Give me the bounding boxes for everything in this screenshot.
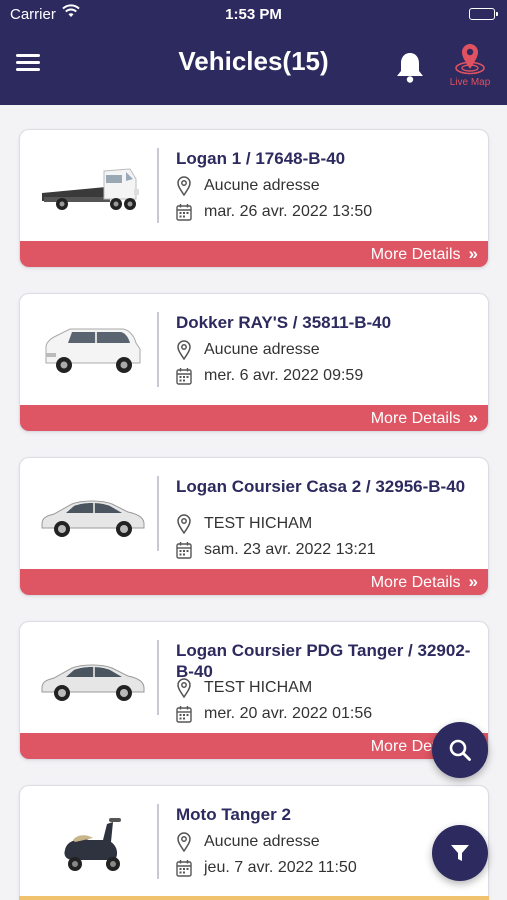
- address-row: Aucune adresse: [176, 340, 320, 360]
- vehicle-image-van: [32, 312, 154, 390]
- next-card-edge: [19, 896, 489, 900]
- calendar-icon: [176, 204, 192, 221]
- vehicle-datetime: mer. 20 avr. 2022 01:56: [204, 705, 373, 722]
- address-row: Aucune adresse: [176, 176, 320, 196]
- more-details-button[interactable]: More Details»: [20, 733, 488, 759]
- datetime-row: mer. 20 avr. 2022 01:56: [176, 705, 372, 723]
- vehicle-title: Logan Coursier PDG Tanger / 32902-B-40: [176, 641, 471, 681]
- vehicle-card[interactable]: Logan Coursier PDG Tanger / 32902-B-40 T…: [19, 621, 489, 760]
- vehicle-title: Logan 1 / 17648-B-40: [176, 149, 346, 168]
- more-details-label: More Details: [370, 246, 461, 263]
- vehicle-datetime: mer. 6 avr. 2022 09:59: [204, 367, 364, 384]
- live-map-button[interactable]: Live Map: [444, 40, 496, 100]
- battery-icon: [469, 8, 498, 20]
- vehicle-datetime: jeu. 7 avr. 2022 11:50: [204, 859, 357, 876]
- vehicle-image-tow-truck: [32, 148, 154, 226]
- vehicle-image-scooter: [32, 804, 154, 882]
- location-pin-icon: [177, 514, 191, 534]
- location-pin-icon: [177, 832, 191, 852]
- datetime-row: jeu. 7 avr. 2022 11:50: [176, 859, 357, 877]
- location-pin-icon: [177, 678, 191, 698]
- datetime-row: mer. 6 avr. 2022 09:59: [176, 367, 363, 385]
- datetime-row: sam. 23 avr. 2022 13:21: [176, 541, 376, 559]
- calendar-icon: [176, 368, 192, 385]
- nav-bar: Vehicles(15) Live Map: [0, 30, 507, 105]
- more-details-button[interactable]: More Details »: [20, 569, 488, 595]
- calendar-icon: [176, 706, 192, 723]
- vehicle-datetime: sam. 23 avr. 2022 13:21: [204, 541, 376, 558]
- more-details-button[interactable]: More Details »: [20, 241, 488, 267]
- filter-button[interactable]: [432, 825, 488, 881]
- search-button[interactable]: [432, 722, 488, 778]
- address-row: TEST HICHAM: [176, 678, 312, 698]
- search-icon: [449, 739, 471, 761]
- live-map-label: Live Map: [449, 77, 491, 88]
- clock: 1:53 PM: [225, 6, 282, 23]
- calendar-icon: [176, 542, 192, 559]
- vehicle-address: Aucune adresse: [204, 177, 320, 194]
- live-map-icon: [444, 40, 496, 76]
- vehicle-list: Logan 1 / 17648-B-40 Aucune adresse mar.…: [0, 105, 507, 900]
- location-pin-icon: [177, 340, 191, 360]
- bell-icon[interactable]: [394, 50, 426, 84]
- vehicle-card[interactable]: Dokker RAY'S / 35811-B-40 Aucune adresse…: [19, 293, 489, 432]
- status-bar: Carrier 1:53 PM: [0, 0, 507, 30]
- vehicle-card[interactable]: Logan Coursier Casa 2 / 32956-B-40 TEST …: [19, 457, 489, 596]
- vehicle-card[interactable]: Logan 1 / 17648-B-40 Aucune adresse mar.…: [19, 129, 489, 268]
- double-chevron-right-icon: »: [468, 408, 478, 427]
- filter-icon: [451, 845, 469, 861]
- vehicle-datetime: mar. 26 avr. 2022 13:50: [204, 203, 373, 220]
- calendar-icon: [176, 860, 192, 877]
- double-chevron-right-icon: »: [468, 244, 478, 263]
- more-details-label: More Details: [370, 574, 461, 591]
- vehicle-image-sedan: [32, 476, 154, 554]
- location-pin-icon: [177, 176, 191, 196]
- vehicle-address: TEST HICHAM: [204, 679, 313, 696]
- datetime-row: mar. 26 avr. 2022 13:50: [176, 203, 372, 221]
- vehicle-title: Moto Tanger 2: [176, 805, 291, 824]
- vehicle-address: Aucune adresse: [204, 341, 320, 358]
- more-details-button[interactable]: More Details »: [20, 405, 488, 431]
- double-chevron-right-icon: »: [468, 572, 478, 591]
- vehicle-address: TEST HICHAM: [204, 515, 313, 532]
- page-title: Vehicles(15): [178, 46, 329, 76]
- address-row: TEST HICHAM: [176, 514, 312, 534]
- vehicle-card[interactable]: Moto Tanger 2 Aucune adresse jeu. 7 avr.…: [19, 785, 489, 900]
- vehicle-address: Aucune adresse: [204, 833, 320, 850]
- vehicle-image-sedan: [32, 640, 154, 718]
- vehicle-title: Logan Coursier Casa 2 / 32956-B-40: [176, 477, 466, 496]
- address-row: Aucune adresse: [176, 832, 320, 852]
- vehicle-title: Dokker RAY'S / 35811-B-40: [176, 313, 392, 332]
- more-details-label: More Details: [370, 410, 461, 427]
